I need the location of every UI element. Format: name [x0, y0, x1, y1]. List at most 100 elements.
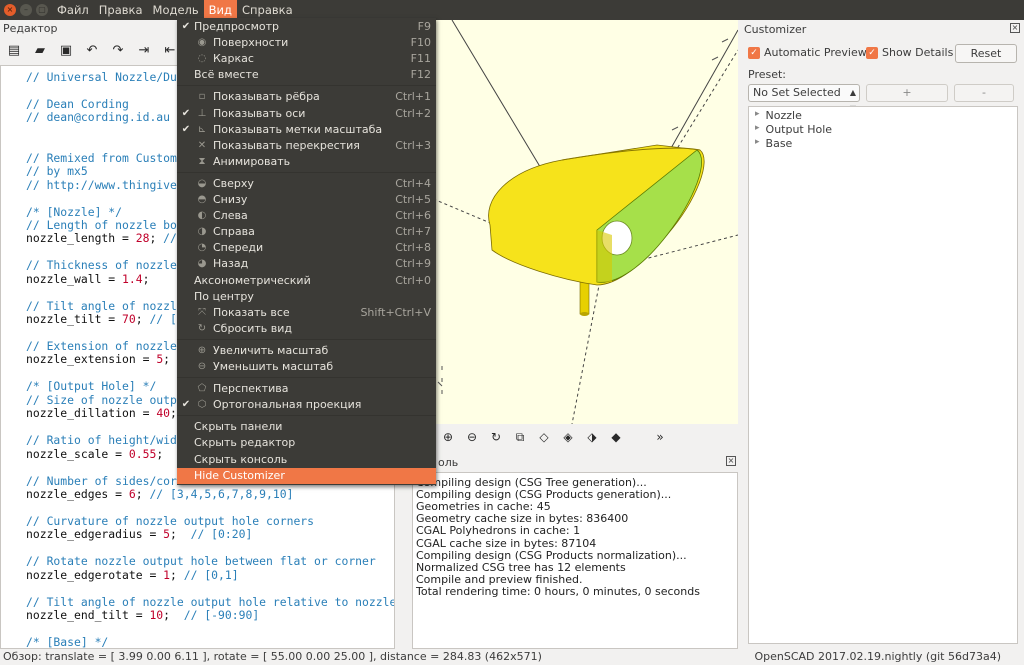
view-menu-item[interactable]: ⬠ Перспектива [177, 381, 436, 397]
view-menu-item-shortcut: Ctrl+8 [395, 241, 431, 255]
view-menu-item[interactable]: Скрыть редактор [177, 435, 436, 451]
view-menu-item[interactable]: Скрыть консоль [177, 452, 436, 468]
view-menu-item[interactable]: ◉ Поверхности F10 [177, 35, 436, 51]
view-menu-item[interactable]: ⊕ Увеличить масштаб [177, 343, 436, 359]
menu-0[interactable]: Файл [52, 0, 94, 20]
zoom-in-button-icon[interactable]: ⊕ [440, 429, 456, 445]
view-menu-item[interactable]: ◕ Назад Ctrl+9 [177, 256, 436, 272]
view-menu-item[interactable]: ✔ ⬡ Ортогональная проекция [177, 397, 436, 413]
indent-icon[interactable]: ⇥ [136, 43, 152, 59]
open-file-icon[interactable]: ▰ [32, 43, 48, 59]
menu-separator [177, 171, 436, 173]
view-menu-item[interactable]: ✕ Показывать перекрестия Ctrl+3 [177, 138, 436, 154]
unindent-icon[interactable]: ⇤ [162, 43, 178, 59]
parameter-group[interactable]: ▸ Nozzle [755, 109, 802, 123]
close-window-button[interactable]: × [4, 4, 16, 16]
view-menu-item[interactable]: ◐ Слева Ctrl+6 [177, 208, 436, 224]
code-variable: nozzle_end_tilt [26, 608, 129, 622]
menu-separator [177, 338, 436, 340]
view-menu-item-shortcut: Ctrl+2 [395, 106, 431, 120]
checkmark-icon: ✔ [181, 21, 191, 32]
view-menu-item-label: По центру [194, 289, 254, 303]
view-menu-item-shortcut: F9 [417, 20, 431, 33]
maximize-window-button[interactable]: ▢ [36, 4, 48, 16]
menu-4[interactable]: Справка [237, 0, 298, 20]
show-axes-icon: ⊥ [197, 107, 207, 119]
view-menu-item[interactable]: По центру [177, 289, 436, 305]
console-title: оль [438, 456, 459, 469]
undo-icon[interactable]: ↶ [84, 43, 100, 59]
view-menu-item[interactable]: ⧗ Анимировать [177, 154, 436, 170]
code-line: // Rotate nozzle output hole between fla… [26, 554, 376, 569]
view-menu-item[interactable]: Скрыть панели [177, 419, 436, 435]
code-number: 6 [128, 486, 136, 501]
view-bottom-button-icon[interactable]: ◈ [560, 429, 576, 445]
preset-select[interactable]: No Set Selected ▲▼ [748, 84, 860, 113]
view-right-button-icon[interactable]: ⧉ [512, 429, 528, 445]
view-menu-item[interactable]: ⊖ Уменьшить масштаб [177, 359, 436, 375]
view-menu-item-shortcut: F11 [410, 52, 431, 66]
console-line: CGAL Polyhedrons in cache: 1 [416, 524, 581, 538]
add-preset-button[interactable]: + [866, 84, 948, 102]
view-menu-item[interactable]: ✔ ⊥ Показывать оси Ctrl+2 [177, 106, 436, 122]
redo-icon[interactable]: ↷ [110, 43, 126, 59]
menu-2[interactable]: Модель [148, 0, 204, 20]
menu-1[interactable]: Правка [94, 0, 148, 20]
view-menu-item[interactable]: ▫ Показывать рёбра Ctrl+1 [177, 89, 436, 105]
view-menu-item-shortcut: Ctrl+5 [395, 193, 431, 206]
view-menu-item[interactable]: ✔ Предпросмотр F9 [177, 19, 436, 35]
view-menu-item[interactable]: ◌ Каркас F11 [177, 51, 436, 67]
menu-items: Файл Правка Модель Вид Справка [52, 0, 298, 20]
show-details-checkbox[interactable]: ✓ Show Details [866, 46, 953, 59]
view-menu-item[interactable]: Аксонометрический Ctrl+0 [177, 273, 436, 289]
view-menu-item[interactable]: Hide Customizer [177, 467, 436, 484]
menu-3[interactable]: Вид [203, 0, 237, 20]
view-top-button-icon[interactable]: ◇ [536, 429, 552, 445]
code-line: // Length of nozzle bo [26, 217, 177, 232]
code-variable: nozzle_tilt [26, 312, 102, 327]
zoom-out-button-icon[interactable]: ⊖ [464, 429, 480, 445]
parameter-group[interactable]: ▸ Output Hole [755, 123, 832, 137]
view-menu-item-label: Показывать оси [213, 106, 306, 120]
checkmark-icon: ✔ [181, 123, 191, 135]
code-line: nozzle_edgerotate = 1; // [0,1] [26, 567, 239, 582]
save-file-icon[interactable]: ▣ [58, 43, 74, 59]
console-close-icon[interactable]: × [726, 456, 736, 466]
new-file-icon[interactable]: ▤ [6, 43, 22, 59]
toolbar-overflow-icon[interactable]: » [652, 429, 668, 445]
view-menu-item[interactable]: Всё вместе F12 [177, 67, 436, 83]
remove-preset-button[interactable]: - [954, 84, 1014, 102]
view-menu-item[interactable]: ◓ Снизу Ctrl+5 [177, 192, 436, 208]
code-line: // Size of nozzle outp [26, 392, 177, 407]
code-comment: // [0:20] [183, 527, 253, 542]
view-left-button-icon[interactable]: ⬗ [584, 429, 600, 445]
view-menu-item[interactable]: ⤧ Показать все Shift+Ctrl+V [177, 305, 436, 321]
console-line: Compile and preview finished. [416, 572, 583, 586]
console-output[interactable]: Compiling design (CSG Tree generation)..… [412, 472, 738, 649]
3d-viewport[interactable] [412, 20, 738, 424]
view-top-icon: ◒ [197, 177, 207, 189]
automatic-preview-checkbox[interactable]: ✓ Automatic Preview [748, 46, 867, 59]
customizer-close-icon[interactable]: × [1010, 23, 1020, 33]
view-menu-item[interactable]: ↻ Сбросить вид [177, 321, 436, 337]
view-front-button-icon[interactable]: ◆ [608, 429, 624, 445]
customizer-title: Customizer [744, 23, 807, 36]
code-number: 5 [163, 527, 171, 542]
view-menu-item[interactable]: ◔ Спереди Ctrl+8 [177, 240, 436, 256]
view-menu-item[interactable]: ✔ ⊾ Показывать метки масштаба [177, 122, 436, 138]
view-menu-item[interactable]: ◒ Сверху Ctrl+4 [177, 176, 436, 192]
menu-separator [177, 415, 436, 417]
view-menu-item-label: Аксонометрический [194, 273, 311, 287]
wireframe-icon: ◌ [197, 53, 207, 65]
view-menu-item[interactable]: ◑ Справа Ctrl+7 [177, 224, 436, 240]
view-menu-item-label: Скрыть панели [194, 420, 283, 434]
view-menu-item-label: Всё вместе [194, 68, 259, 82]
code-line: nozzle_edgeradius = 5; // [0:20] [26, 527, 253, 542]
reset-view-button-icon[interactable]: ↻ [488, 429, 504, 445]
code-number: 70 [122, 312, 136, 327]
checkmark-icon: ✔ [181, 107, 191, 119]
minimize-window-button[interactable]: – [20, 4, 32, 16]
reset-button[interactable]: Reset [955, 44, 1017, 63]
parameter-group[interactable]: ▸ Base [755, 137, 792, 151]
code-variable: nozzle_edgerotate [26, 567, 143, 582]
